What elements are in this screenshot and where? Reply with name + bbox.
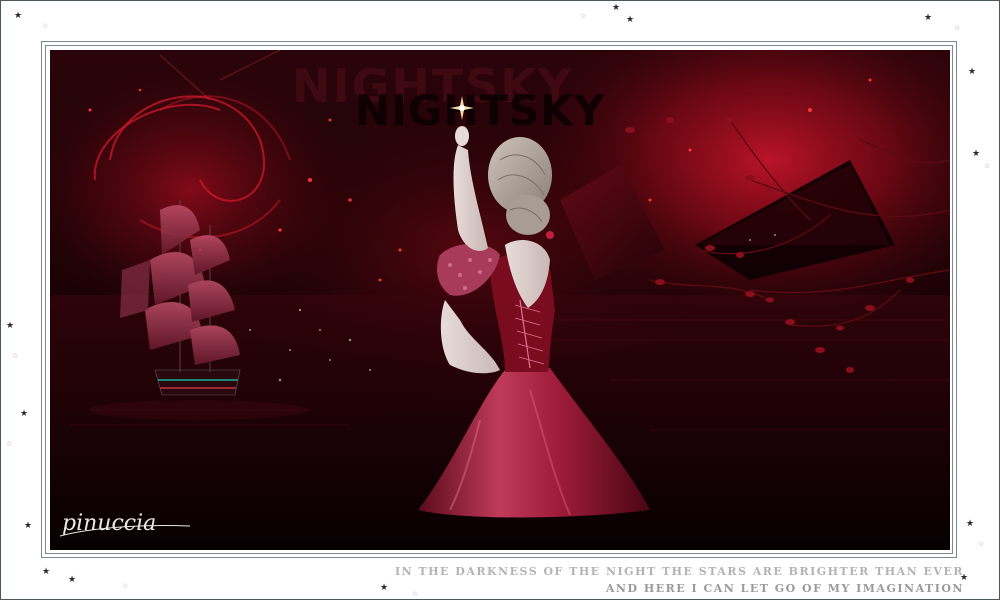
star-icon: ☆ bbox=[984, 162, 991, 170]
star-icon: ★ bbox=[972, 149, 981, 159]
star-icon: ★ bbox=[612, 3, 621, 13]
caption: IN THE DARKNESS OF THE NIGHT THE STARS A… bbox=[395, 563, 964, 597]
star-icon: ★ bbox=[14, 11, 23, 21]
artwork-title: NIGHTSKY bbox=[355, 86, 605, 135]
star-icon: ★ bbox=[68, 575, 77, 585]
star-icon: ☆ bbox=[12, 352, 19, 360]
star-icon: ★ bbox=[42, 567, 51, 577]
star-icon: ☆ bbox=[954, 24, 961, 32]
caption-line-2: AND HERE I CAN LET GO OF MY IMAGINATION bbox=[605, 582, 964, 595]
star-icon: ★ bbox=[966, 519, 975, 529]
caption-line-1: IN THE DARKNESS OF THE NIGHT THE STARS A… bbox=[394, 565, 964, 578]
star-icon: ★ bbox=[24, 521, 33, 531]
star-icon: ★ bbox=[6, 321, 15, 331]
star-icon: ★ bbox=[626, 15, 635, 25]
star-icon: ★ bbox=[380, 583, 389, 593]
star-icon: ★ bbox=[968, 67, 977, 77]
star-icon: ☆ bbox=[122, 582, 129, 590]
star-icon: ★ bbox=[20, 409, 29, 419]
star-icon: ☆ bbox=[42, 22, 49, 30]
star-icon: ☆ bbox=[580, 12, 587, 20]
star-icon: ★ bbox=[924, 13, 933, 23]
star-icon: ☆ bbox=[978, 540, 985, 548]
artwork-image: NIGHTSKY NIGHTSKY pinuccia bbox=[50, 50, 950, 550]
star-icon: ☆ bbox=[6, 440, 13, 448]
